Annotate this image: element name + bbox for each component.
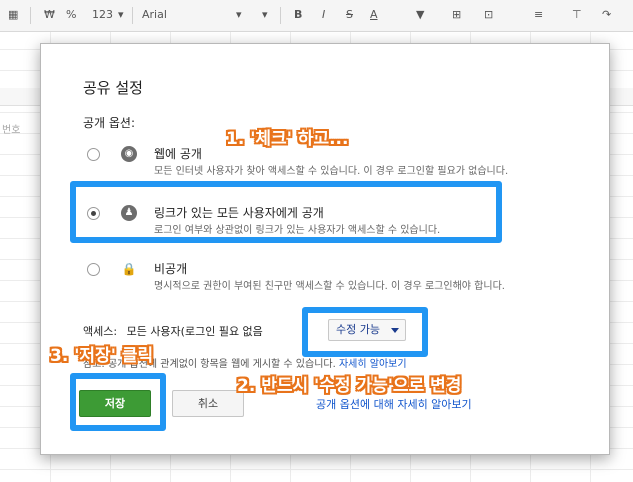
fill-color-icon[interactable]: ▼ xyxy=(416,8,424,21)
visibility-options-label: 공개 옵션: xyxy=(83,116,136,130)
toolbar-divider xyxy=(30,7,31,24)
option-description: 명시적으로 권한이 부여된 친구만 액세스할 수 있습니다. 이 경우 로그인해… xyxy=(154,281,505,292)
merge-cells-icon[interactable]: ⊡ xyxy=(484,8,493,21)
option-title: 웹에 공개 xyxy=(154,147,202,161)
highlight-box-save xyxy=(70,373,166,431)
text-color-icon[interactable]: A xyxy=(370,8,378,21)
option-title: 비공개 xyxy=(154,262,188,276)
highlight-box-dropdown xyxy=(302,307,428,357)
italic-button[interactable]: I xyxy=(322,8,325,21)
percent-format-button[interactable]: % xyxy=(66,8,76,21)
access-label: 액세스: xyxy=(83,325,118,338)
number-format-dropdown[interactable]: 123 xyxy=(92,8,113,21)
toolbar-divider xyxy=(132,7,133,24)
lock-icon: 🔒 xyxy=(121,261,137,277)
text-wrap-icon[interactable]: ↷ xyxy=(602,8,611,21)
font-size-dropdown[interactable]: ▾ xyxy=(262,8,268,21)
borders-icon[interactable]: ⊞ xyxy=(452,8,461,21)
chevron-down-icon[interactable]: ▾ xyxy=(236,8,242,21)
currency-format-button[interactable]: ₩ xyxy=(44,8,55,21)
align-icon[interactable]: ≡ xyxy=(534,8,543,21)
radio-public-web[interactable] xyxy=(87,148,100,161)
highlight-box-option xyxy=(70,181,502,243)
radio-private[interactable] xyxy=(87,263,100,276)
learn-more-link[interactable]: 자세히 알아보기 xyxy=(339,359,407,370)
callout-step-3: 3. '저장' 클릭 xyxy=(50,346,154,366)
callout-step-1: 1. '체크' 하고... xyxy=(226,129,349,149)
access-row: 액세스: 모든 사용자(로그인 필요 없음 xyxy=(83,323,263,339)
font-family-dropdown[interactable]: Arial xyxy=(142,8,167,21)
globe-icon: ◉ xyxy=(121,146,137,162)
cancel-button[interactable]: 취소 xyxy=(172,390,244,417)
vertical-align-icon[interactable]: ⊤ xyxy=(572,8,582,21)
dialog-title: 공유 설정 xyxy=(83,79,143,97)
toolbar: ▦ ₩ % 123 ▾ Arial ▾ ▾ B I S A ▼ ⊞ ⊡ ≡ ⊤ … xyxy=(0,0,633,32)
toolbar-divider xyxy=(280,7,281,24)
access-value: 모든 사용자(로그인 필요 없음 xyxy=(126,325,263,338)
callout-step-2: 2. 반드시 '수정 가능'으로 변경 xyxy=(237,376,462,396)
option-description: 모든 인터넷 사용자가 찾아 액세스할 수 있습니다. 이 경우 로그인할 필요… xyxy=(154,166,509,177)
bold-button[interactable]: B xyxy=(294,8,302,21)
chevron-down-icon[interactable]: ▾ xyxy=(118,8,124,21)
strikethrough-button[interactable]: S xyxy=(346,8,353,21)
visibility-help-link[interactable]: 공개 옵션에 대해 자세히 알아보기 xyxy=(316,396,472,412)
toolbar-partial-icon[interactable]: ▦ xyxy=(8,8,18,21)
